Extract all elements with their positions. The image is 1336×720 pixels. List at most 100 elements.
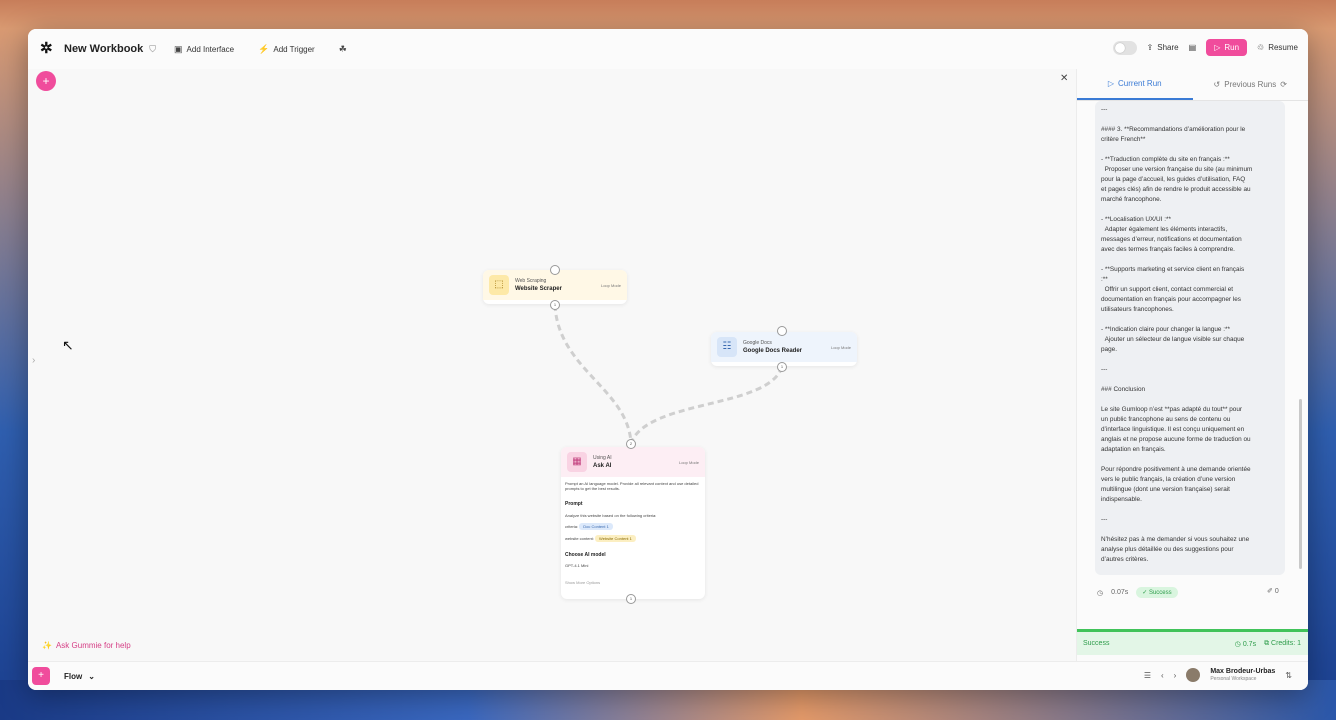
chevron-down-icon: ⌄: [88, 671, 95, 681]
share-button[interactable]: ⇪ Share: [1147, 43, 1179, 52]
output-line: Offrir un support client, contact commer…: [1101, 286, 1234, 293]
history-icon: ↺: [1213, 80, 1221, 89]
scraper-icon: ⬚: [489, 275, 509, 295]
shield-icon[interactable]: ⛉: [149, 44, 156, 55]
output-line: Ajouter un sélecteur de langue visible s…: [1101, 336, 1245, 343]
website-scraper-node[interactable]: ⬚ Web Scraping Website Scraper Loop Mode: [483, 270, 627, 304]
criteria-variable-chip[interactable]: Doc Content 1: [579, 523, 613, 530]
tab-previous-runs[interactable]: ↺ Previous Runs ⟳: [1193, 69, 1309, 100]
output-line: anglais et ne propose aucune forme de tr…: [1101, 436, 1251, 443]
node-title: Ask AI: [593, 463, 612, 469]
workbook-title[interactable]: New Workbook: [64, 43, 143, 55]
output-line: - **Indication claire pour changer la la…: [1101, 326, 1230, 333]
success-label: Success: [1148, 590, 1172, 596]
trash-icon: ♲: [1257, 43, 1265, 52]
output-line: :**: [1101, 276, 1108, 283]
run-panel: ▷ Current Run ↺ Previous Runs ⟳ --- #### …: [1076, 69, 1308, 661]
scraper-input-port[interactable]: [550, 265, 560, 275]
output-line: analyse plus détaillée ou des suggestion…: [1101, 546, 1234, 553]
run-status-bar: Success ◷ 0.7s ⧉ Credits: 1: [1077, 629, 1308, 655]
loop-mode-label: Loop Mode: [678, 459, 699, 465]
prompt-label: Prompt: [565, 501, 583, 507]
ask-ai-node[interactable]: ▦ Using AI Ask AI Loop Mode Prompt an AI…: [561, 447, 705, 599]
output-line: Adapter également les éléments interacti…: [1101, 226, 1228, 233]
clock-icon: ◷: [1097, 589, 1104, 597]
ai-input-port[interactable]: 2: [626, 439, 636, 449]
output-line: vers le public français, la création d’u…: [1101, 476, 1236, 483]
webhook-icon: ☘: [338, 43, 347, 54]
add-interface-label: Add Interface: [186, 44, 235, 54]
add-trigger-label: Add Trigger: [273, 44, 315, 54]
output-line: ---: [1101, 366, 1108, 373]
save-button[interactable]: ▤: [1189, 43, 1197, 52]
avatar[interactable]: [1186, 668, 1201, 682]
output-line: un public francophone au sens de contenu…: [1101, 416, 1231, 423]
output-scrollbar[interactable]: [1299, 399, 1302, 569]
interface-icon: ▣: [174, 43, 183, 54]
chevron-updown-icon[interactable]: ⇅: [1285, 671, 1292, 680]
add-flow-button[interactable]: +: [32, 667, 50, 685]
mode-toggle[interactable]: [1112, 40, 1137, 55]
user-menu[interactable]: Max Brodeur-Urbas Personal Workspace: [1210, 668, 1275, 682]
add-trigger-button[interactable]: ⚡ Add Trigger: [252, 39, 321, 59]
output-line: - **Localisation UX/UI :**: [1101, 216, 1171, 223]
list-icon[interactable]: ☰: [1144, 671, 1151, 680]
tab-current-run[interactable]: ▷ Current Run: [1077, 69, 1193, 100]
chevron-right-icon[interactable]: ›: [1174, 671, 1177, 680]
resume-button[interactable]: ♲ Resume: [1257, 43, 1298, 52]
webhook-button[interactable]: ☘: [333, 39, 353, 59]
save-icon: ▤: [1188, 43, 1197, 52]
play-icon: ▷: [1107, 79, 1115, 88]
paperclip-icon: ✐: [1267, 588, 1273, 595]
node-title: Google Docs Reader: [743, 348, 803, 354]
sparkle-icon: ✨: [42, 641, 52, 650]
chevron-left-icon[interactable]: ‹: [1161, 671, 1164, 680]
output-line: marché francophone.: [1101, 196, 1162, 203]
workspace-name: Personal Workspace: [1210, 676, 1257, 682]
attachments-count[interactable]: ✐ 0: [1267, 587, 1279, 595]
node-title: Website Scraper: [515, 286, 562, 292]
docs-input-port[interactable]: [777, 326, 787, 336]
refresh-icon[interactable]: ⟳: [1280, 80, 1287, 89]
website-variable-chip[interactable]: Website Content 1: [595, 535, 636, 542]
docs-output-port[interactable]: 1: [777, 362, 787, 372]
model-select[interactable]: GPT-4.1 Mini: [565, 563, 701, 568]
ask-gummie-button[interactable]: ✨ Ask Gummie for help: [42, 641, 131, 650]
output-line: multilingue (dont une version française)…: [1101, 486, 1230, 493]
add-interface-button[interactable]: ▣ Add Interface: [168, 39, 240, 59]
edge-scraper-to-ai: [553, 304, 633, 444]
output-line: #### 3. **Recommandations d’amélioration…: [1101, 126, 1246, 133]
run-button[interactable]: ▷ Run: [1206, 39, 1248, 56]
flow-canvas[interactable]: + ✕ › ↖ ⬚ Web Scraping Website Scraper L…: [28, 69, 1076, 661]
flow-label: Flow: [64, 671, 83, 681]
more-options-link[interactable]: Show More Options: [565, 580, 701, 585]
node-connections: [553, 304, 784, 444]
share-label: Share: [1157, 43, 1179, 52]
prompt-text[interactable]: Analyze this website based on the follow…: [565, 513, 701, 518]
scraper-output-port[interactable]: 1: [550, 300, 560, 310]
share-icon: ⇪: [1146, 43, 1154, 52]
google-docs-reader-node[interactable]: ☷ Google Docs Google Docs Reader Loop Mo…: [711, 332, 857, 366]
flow-selector[interactable]: Flow ⌄: [64, 672, 95, 681]
credits-icon: ⧉: [1264, 639, 1270, 647]
ask-gummie-label: Ask Gummie for help: [55, 641, 131, 650]
ai-output-port[interactable]: 1: [626, 594, 636, 604]
gumloop-logo-icon[interactable]: ✲: [40, 41, 56, 57]
node-description: Prompt an AI language model. Provide all…: [565, 481, 699, 491]
output-line: et pages clés) afin de rendre le produit…: [1101, 186, 1251, 193]
output-line: d’autres critères.: [1101, 556, 1149, 563]
output-line: Proposer une version française du site (…: [1101, 166, 1253, 173]
output-line: - **Supports marketing et service client…: [1101, 266, 1245, 273]
node-category: Google Docs: [743, 340, 772, 346]
resume-label: Resume: [1268, 43, 1298, 52]
website-content-label: website content:: [565, 536, 594, 541]
output-line: messages d’erreur, notifications et docu…: [1101, 236, 1242, 243]
output-line: d’interface linguistique. Il est conçu u…: [1101, 426, 1245, 433]
